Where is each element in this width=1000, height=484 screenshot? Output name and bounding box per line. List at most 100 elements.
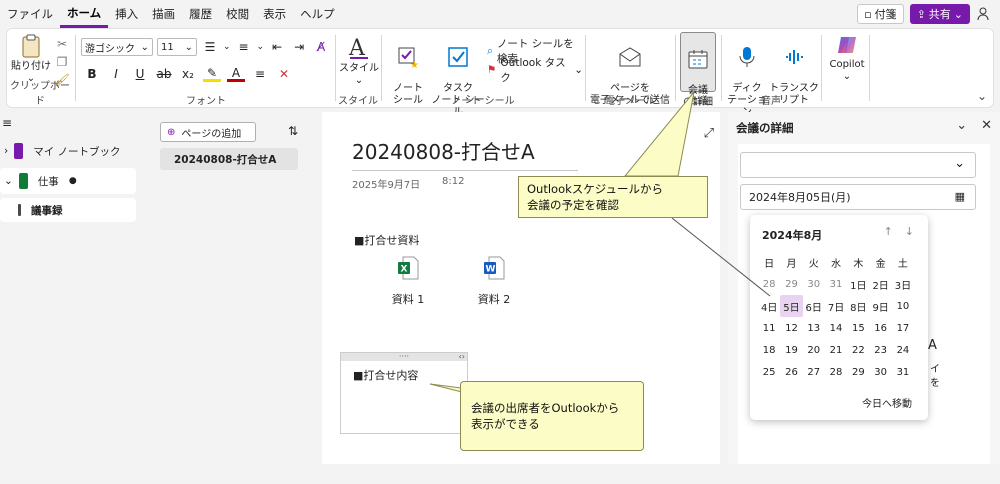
calendar-day[interactable]: 8日 — [847, 295, 869, 317]
note-container[interactable]: ···· ‹› ■打合せ内容 — [340, 352, 468, 434]
calendar-day[interactable]: 4日 — [758, 295, 780, 317]
strikethrough-icon[interactable]: ab — [155, 65, 173, 83]
word-file[interactable]: W 資料 2 — [464, 256, 524, 307]
calendar-day[interactable]: 28 — [758, 273, 780, 295]
add-page-button[interactable]: ⊕ ページの追加 — [160, 122, 256, 142]
calendar-day[interactable]: 14 — [825, 317, 847, 339]
bullet-list-icon[interactable]: ☰ — [201, 38, 219, 56]
underline-icon[interactable]: U — [131, 65, 149, 83]
page-item[interactable]: 20240808-打合せA — [160, 148, 298, 170]
calendar-day[interactable]: 18 — [758, 339, 780, 361]
outlook-task-button[interactable]: ⚑ Outlook タスク ⌄ — [487, 55, 583, 85]
calendar-day[interactable]: 22 — [847, 339, 869, 361]
sticky-note-button[interactable]: ▫ 付箋 — [857, 4, 904, 24]
font-family-select[interactable]: 游ゴシック ⌄ — [81, 38, 153, 56]
chevron-down-icon: ⌄ — [842, 71, 852, 82]
copy-icon[interactable]: ❐ — [53, 53, 71, 71]
paste-icon — [22, 34, 40, 58]
sort-icon[interactable]: ⇅ — [288, 124, 298, 138]
excel-file[interactable]: X 資料 1 — [378, 256, 438, 307]
increase-indent-icon[interactable]: ⇥ — [290, 38, 308, 56]
calendar-day[interactable]: 9日 — [869, 295, 891, 317]
calendar-day[interactable]: 15 — [847, 317, 869, 339]
menu-draw[interactable]: 描画 — [145, 0, 182, 28]
meeting-select[interactable]: ⌄ — [740, 152, 976, 178]
calendar-day[interactable]: 30 — [803, 273, 825, 295]
bold-icon[interactable]: B — [83, 65, 101, 83]
calendar-day[interactable]: 3日 — [892, 273, 914, 295]
subscript-icon[interactable]: x₂ — [179, 65, 197, 83]
chevron-down-icon[interactable]: ⌄ — [223, 42, 231, 52]
chevron-down-icon[interactable]: ⌄ — [257, 42, 265, 52]
align-icon[interactable]: ≡ — [251, 65, 269, 83]
calendar-day[interactable]: 24 — [892, 339, 914, 361]
calendar-day[interactable]: 13 — [803, 317, 825, 339]
calendar-day[interactable]: 23 — [869, 339, 891, 361]
calendar-day[interactable]: 29 — [780, 273, 802, 295]
chevron-down-icon[interactable]: ⌄ — [956, 118, 967, 133]
calendar-day[interactable]: 25 — [758, 361, 780, 383]
calendar-day-selected[interactable]: 5日 — [780, 295, 803, 317]
decrease-indent-icon[interactable]: ⇤ — [268, 38, 286, 56]
copilot-button[interactable]: Copilot ⌄ — [827, 33, 867, 83]
page-time: 8:12 — [442, 176, 465, 187]
calendar-day[interactable]: 11 — [758, 317, 780, 339]
expand-icon[interactable]: ⤢ — [704, 126, 714, 141]
person-feedback-icon[interactable] — [976, 6, 992, 22]
delete-icon[interactable]: ✕ — [275, 65, 293, 83]
font-size-select[interactable]: 11 ⌄ — [157, 38, 197, 56]
style-button[interactable]: A スタイル ⌄ — [339, 33, 379, 87]
calendar-day[interactable]: 6日 — [803, 295, 825, 317]
numbered-list-icon[interactable]: ≡ — [235, 38, 253, 56]
calendar-day[interactable]: 10 — [892, 295, 914, 317]
calendar-day[interactable]: 17 — [892, 317, 914, 339]
highlight-icon[interactable]: ✎ — [203, 66, 221, 82]
calendar-day[interactable]: 12 — [780, 317, 802, 339]
close-icon[interactable]: ✕ — [981, 118, 992, 133]
section-materials[interactable]: ■打合せ資料 — [354, 232, 419, 248]
go-to-today-button[interactable]: 今日へ移動 — [862, 395, 912, 410]
voice-label: 音声 — [761, 96, 781, 107]
arrow-down-icon[interactable]: ↓ — [905, 225, 914, 238]
meeting-details-button[interactable]: 会議 の詳細 — [680, 32, 716, 108]
hamburger-icon[interactable]: ≡ — [2, 116, 12, 130]
clear-format-icon[interactable]: A̸ — [312, 38, 330, 56]
menu-home[interactable]: ホーム — [60, 0, 109, 28]
calendar-day[interactable]: 27 — [803, 361, 825, 383]
menu-help[interactable]: ヘルプ — [293, 0, 342, 28]
menu-review[interactable]: 校閲 — [219, 0, 256, 28]
italic-icon[interactable]: I — [107, 65, 125, 83]
menu-history[interactable]: 履歴 — [182, 0, 219, 28]
notebook-my[interactable]: › マイ ノートブック — [0, 138, 140, 164]
divider — [335, 35, 336, 101]
notebook-work[interactable]: ⌄ 仕事 ● — [0, 168, 136, 194]
calendar-day[interactable]: 31 — [892, 361, 914, 383]
calendar-day[interactable]: 1日 — [847, 273, 869, 295]
calendar-day[interactable]: 29 — [847, 361, 869, 383]
share-button[interactable]: ⇪ 共有 ⌄ — [909, 4, 970, 24]
calendar-day[interactable]: 28 — [825, 361, 847, 383]
calendar-day[interactable]: 31 — [825, 273, 847, 295]
calendar-day[interactable]: 26 — [780, 361, 802, 383]
calendar-day[interactable]: 7日 — [825, 295, 847, 317]
calendar-day[interactable]: 19 — [780, 339, 802, 361]
cut-icon[interactable]: ✂ — [53, 35, 71, 53]
container-handle[interactable]: ···· ‹› — [341, 353, 467, 361]
menu-insert[interactable]: 挿入 — [108, 0, 145, 28]
resize-icon[interactable]: ‹› — [459, 353, 465, 361]
section-contents[interactable]: ■打合せ内容 — [353, 367, 418, 383]
menu-file[interactable]: ファイル — [0, 0, 60, 28]
section-minutes[interactable]: 議事録 — [0, 198, 136, 222]
calendar-day[interactable]: 21 — [825, 339, 847, 361]
collapse-ribbon-icon[interactable]: ⌄ — [977, 89, 987, 103]
calendar-day[interactable]: 16 — [869, 317, 891, 339]
font-color-icon[interactable]: A — [227, 66, 245, 82]
calendar-day[interactable]: 2日 — [869, 273, 891, 295]
svg-text:★: ★ — [410, 60, 419, 69]
date-picker-field[interactable]: 2024年8月05日(月) ▦ — [740, 184, 976, 210]
arrow-up-icon[interactable]: ↑ — [884, 225, 893, 238]
menu-view[interactable]: 表示 — [256, 0, 293, 28]
page-title[interactable]: 20240808-打合せA — [352, 136, 535, 165]
calendar-day[interactable]: 20 — [803, 339, 825, 361]
calendar-day[interactable]: 30 — [869, 361, 891, 383]
